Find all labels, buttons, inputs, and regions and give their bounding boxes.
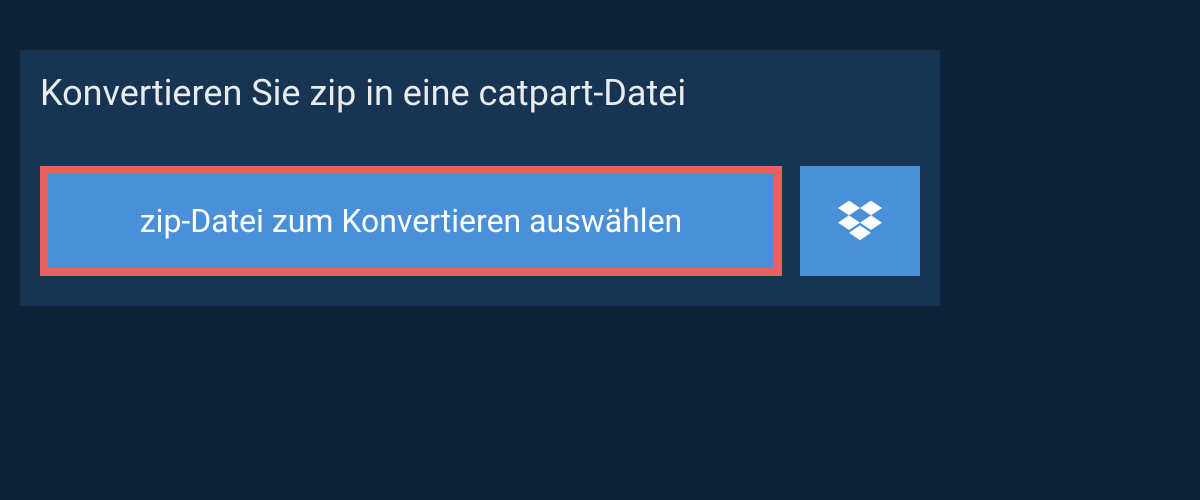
select-file-label: zip-Datei zum Konvertieren auswählen (140, 202, 682, 240)
action-row: zip-Datei zum Konvertieren auswählen (40, 166, 920, 276)
title-text: Konvertieren Sie zip in eine catpart-Dat… (40, 72, 686, 114)
select-file-button[interactable]: zip-Datei zum Konvertieren auswählen (40, 166, 782, 276)
page-title: Konvertieren Sie zip in eine catpart-Dat… (20, 50, 780, 136)
dropbox-button[interactable] (800, 166, 920, 276)
dropbox-icon (838, 197, 882, 245)
converter-panel: Konvertieren Sie zip in eine catpart-Dat… (20, 50, 940, 306)
